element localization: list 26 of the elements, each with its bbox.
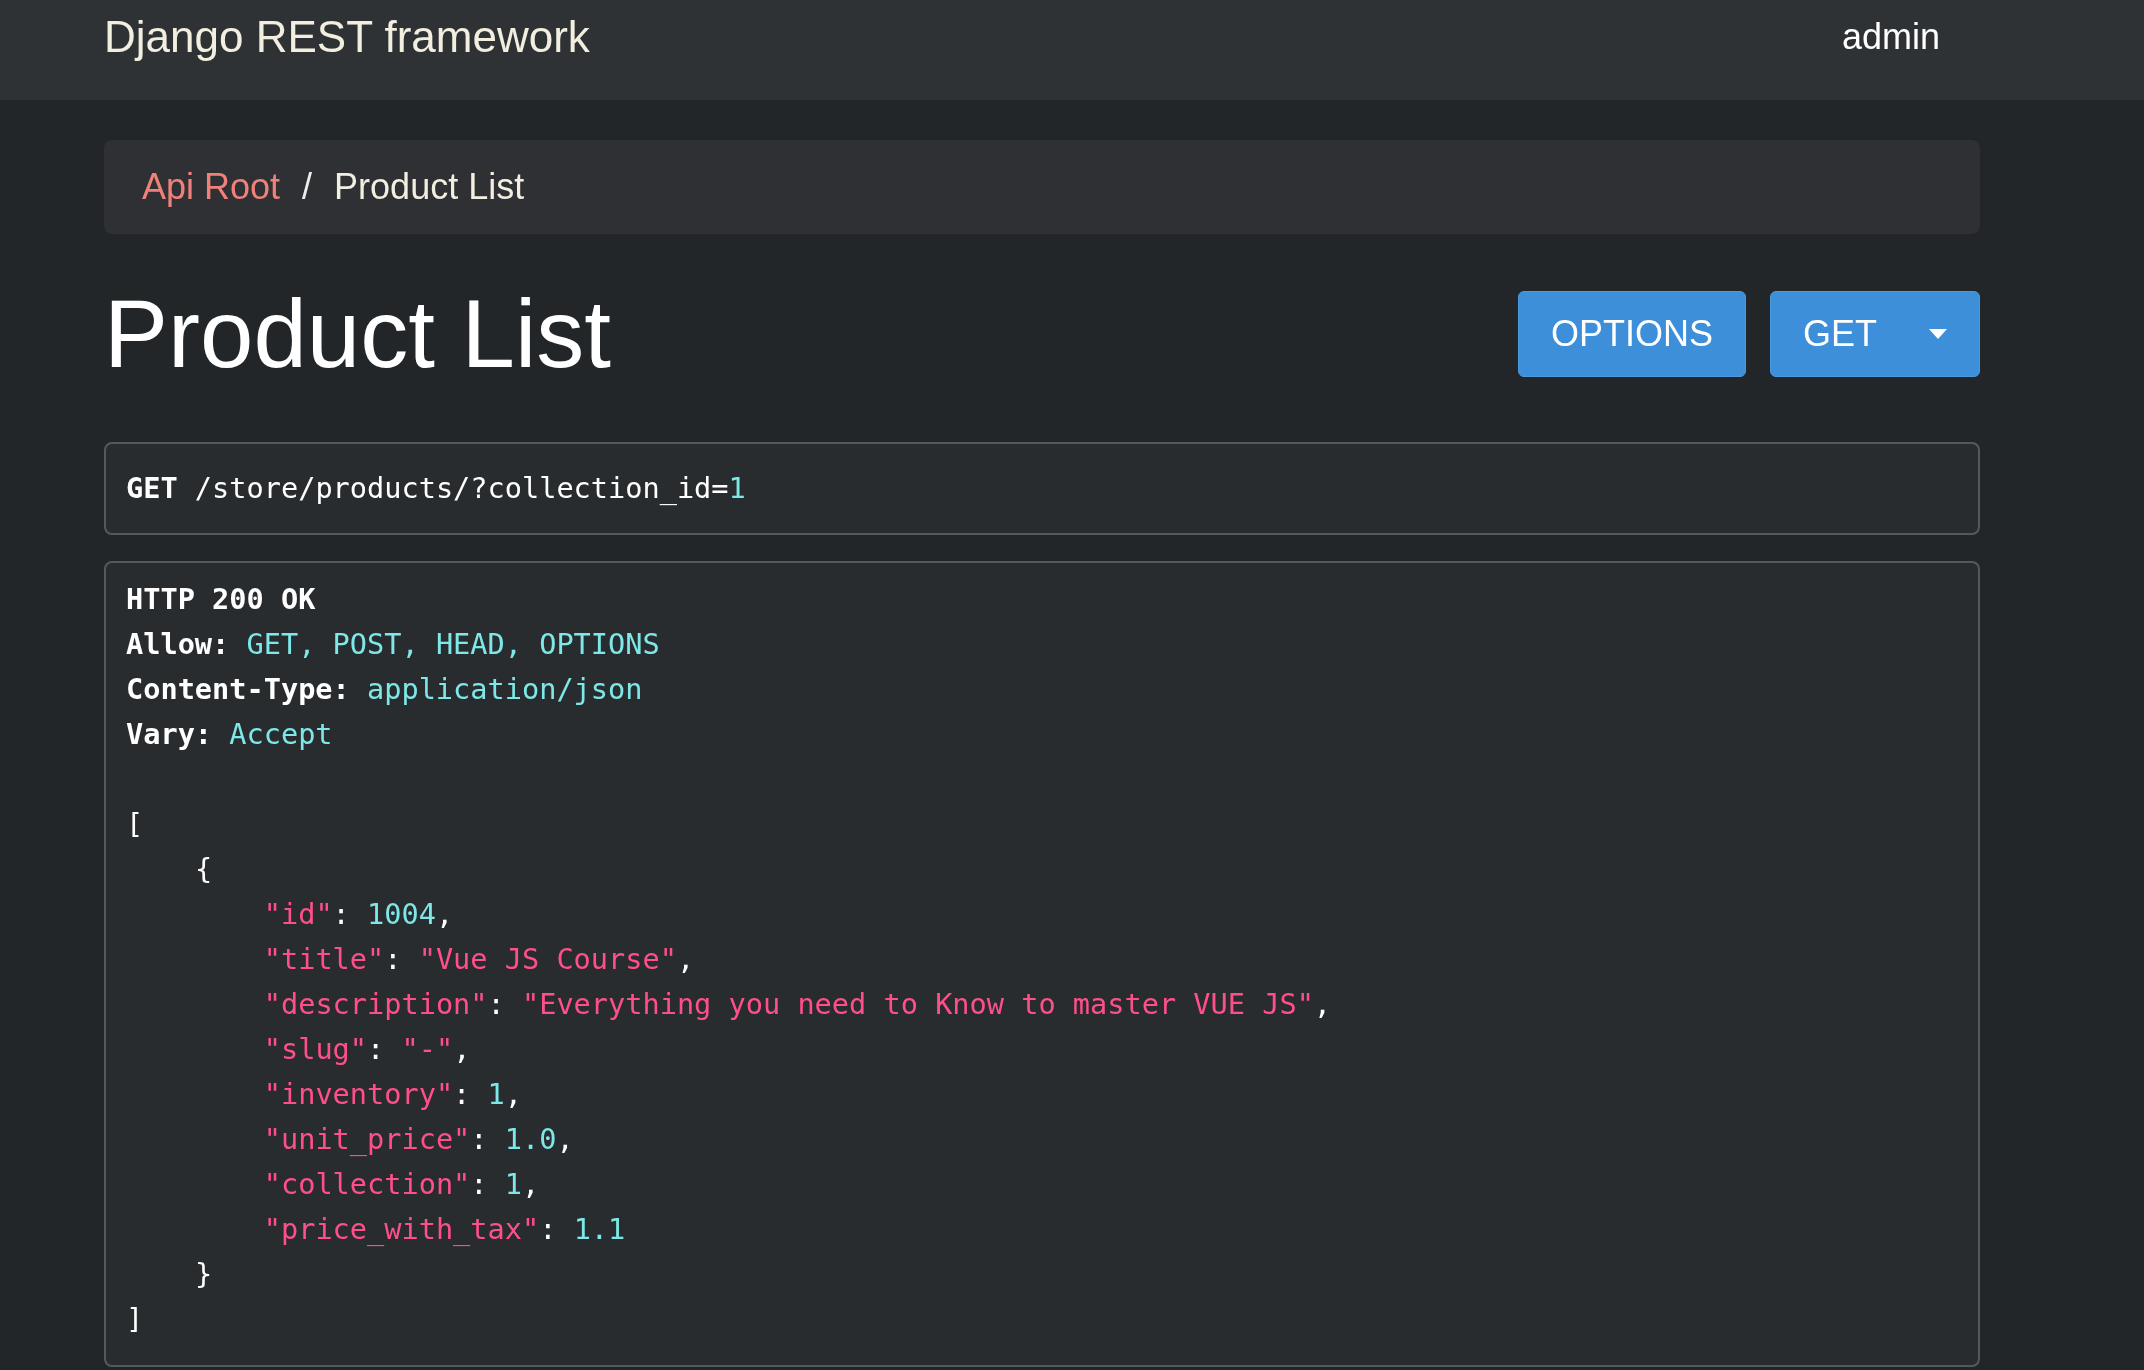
- code-line: "slug": "-",: [262, 1031, 472, 1068]
- response-header: Vary: Accept: [126, 716, 334, 753]
- breadcrumb-link[interactable]: Api Root: [142, 160, 281, 214]
- code-line: "title": "Vue JS Course",: [262, 941, 696, 978]
- breadcrumb-separator: /: [302, 165, 313, 209]
- code-line: "price_with_tax": 1.1: [262, 1211, 627, 1248]
- code-line: "inventory": 1,: [262, 1076, 523, 1113]
- options-button[interactable]: OPTIONS: [1517, 291, 1746, 377]
- code-line: "unit_price": 1.0,: [262, 1121, 575, 1158]
- code-line: "collection": 1,: [262, 1166, 541, 1203]
- code-line: }: [193, 1256, 214, 1293]
- response-header: Allow: GET, POST, HEAD, OPTIONS: [126, 626, 661, 663]
- code-line: [: [126, 806, 145, 843]
- brand-link[interactable]: Django REST framework: [104, 15, 590, 59]
- user-menu[interactable]: admin: [1841, 10, 1940, 64]
- code-line: ]: [126, 1301, 145, 1338]
- request-line: GET /store/products/?collection_id=1: [126, 470, 747, 507]
- breadcrumb-current: Product List: [334, 165, 525, 209]
- code-line: "description": "Everything you need to Know to master VUE JS",: [262, 986, 1333, 1023]
- code-line: "id": 1004,: [262, 896, 455, 933]
- caret-icon: [1929, 329, 1947, 339]
- response-header: Content-Type: application/json: [126, 671, 644, 708]
- code-line: {: [193, 851, 214, 888]
- response-status: HTTP 200 OK: [126, 581, 317, 618]
- page-title: Product List: [104, 286, 611, 382]
- get-button[interactable]: GET: [1770, 291, 1980, 377]
